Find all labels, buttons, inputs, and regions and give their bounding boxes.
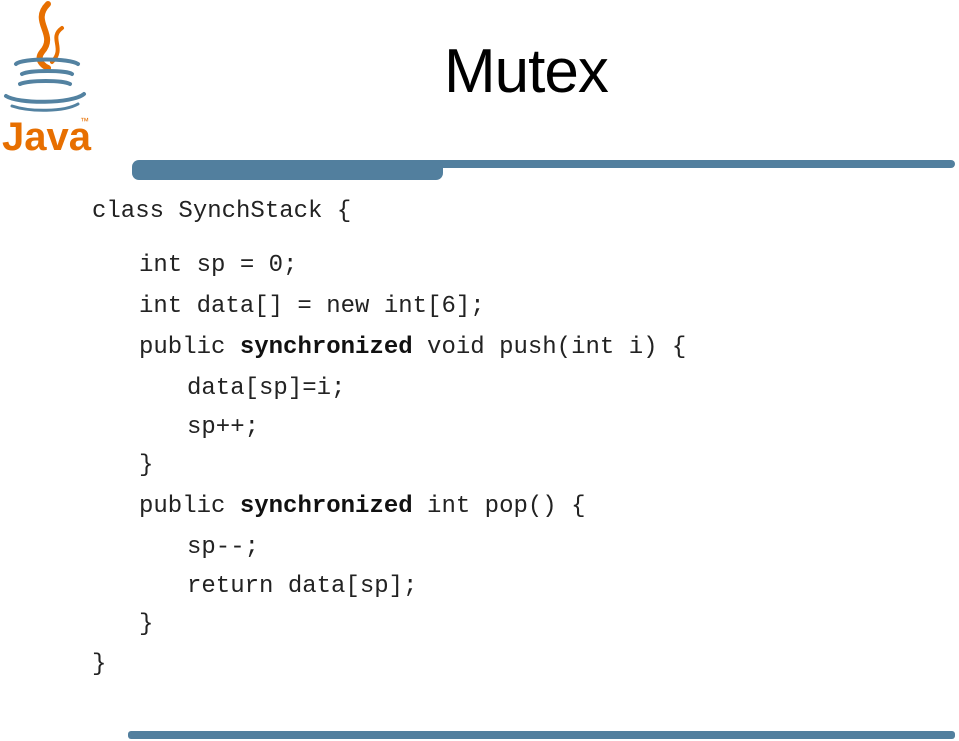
code-text: int sp = 0; — [139, 252, 298, 279]
slide-title: Mutex — [444, 37, 609, 106]
code-line: public synchronized int pop() { — [139, 493, 585, 521]
code-line: int sp = 0; — [139, 252, 297, 280]
code-text: void push(int i) { — [412, 334, 687, 361]
code-text: public — [139, 334, 240, 361]
code-text: public — [139, 493, 240, 520]
code-text: } — [139, 611, 154, 638]
code-line: sp++; — [187, 414, 259, 442]
code-text: int data[] = new int[6]; — [139, 293, 485, 320]
code-text: class SynchStack { — [92, 198, 352, 225]
code-line: public synchronized void push(int i) { — [139, 334, 686, 362]
code-text: int pop() { — [412, 493, 586, 520]
footer-rule — [128, 731, 955, 739]
code-line: } — [92, 651, 106, 679]
code-line: class SynchStack { — [92, 198, 351, 226]
code-line: int data[] = new int[6]; — [139, 293, 485, 321]
keyword-synchronized: synchronized — [239, 493, 413, 520]
code-line: data[sp]=i; — [187, 375, 345, 403]
keyword-synchronized: synchronized — [239, 334, 413, 361]
code-text: return data[sp]; — [187, 573, 418, 600]
header-accent-bar — [132, 160, 443, 180]
code-line: return data[sp]; — [187, 573, 417, 601]
code-text: } — [92, 651, 107, 678]
code-text: sp--; — [187, 534, 260, 561]
code-text: data[sp]=i; — [187, 375, 346, 402]
java-wordmark: Java — [2, 115, 92, 159]
code-text: sp++; — [187, 414, 260, 441]
code-line: sp--; — [187, 534, 259, 562]
code-line: } — [139, 452, 153, 480]
trademark-symbol: ™ — [80, 116, 89, 126]
header-rule — [420, 160, 955, 168]
java-logo: Java ™ — [2, 1, 92, 159]
code-text: } — [139, 452, 154, 479]
code-line: } — [139, 611, 153, 639]
